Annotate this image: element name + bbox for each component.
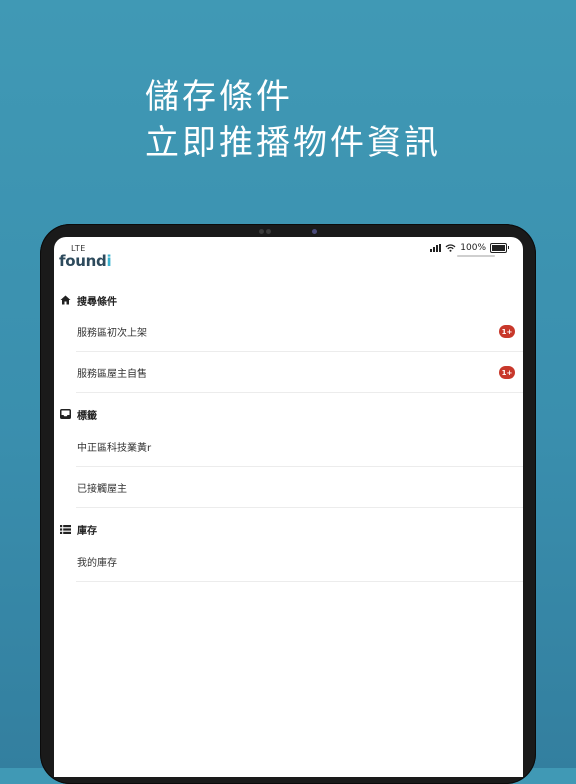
promo-headline: 儲存條件 立即推播物件資訊	[145, 74, 441, 166]
list-item-tag-0[interactable]: 中正區科技業黃r	[76, 427, 523, 467]
count-badge: 1+	[499, 366, 515, 379]
battery-percent: 100%	[460, 243, 486, 253]
logo-text: found	[59, 252, 107, 270]
headline-line-2: 立即推播物件資訊	[145, 123, 441, 163]
home-indicator	[457, 255, 495, 257]
app-logo: foundi	[59, 252, 112, 270]
section-title: 搜尋條件	[77, 296, 117, 308]
list-item-tag-1[interactable]: 已接觸屋主	[76, 468, 523, 508]
section-header-search: 搜尋條件	[60, 292, 117, 308]
section-title: 標籤	[77, 410, 97, 422]
count-badge: 1+	[499, 325, 515, 338]
home-icon	[60, 295, 71, 305]
sensor-dot	[259, 229, 264, 234]
list-item-label: 服務區屋主自售	[77, 369, 147, 380]
section-title: 庫存	[77, 525, 97, 537]
camera-icon	[312, 229, 317, 234]
signal-icon	[430, 244, 442, 252]
status-indicators: 100%	[430, 243, 509, 253]
logo-accent-text: i	[106, 252, 112, 270]
list-item-search-1[interactable]: 服務區屋主自售 1+	[76, 353, 523, 393]
app-screen: LTE 100% foundi 搜尋條件 服務區初次上架 1+ 服務區屋主自售 …	[54, 237, 523, 777]
list-icon	[60, 524, 71, 534]
list-item-label: 我的庫存	[77, 558, 117, 569]
list-item-label: 已接觸屋主	[77, 484, 127, 495]
list-item-label: 服務區初次上架	[77, 328, 147, 339]
section-header-inventory: 庫存	[60, 521, 97, 537]
list-item-label: 中正區科技業黃r	[77, 443, 152, 454]
section-header-tags: 標籤	[60, 406, 97, 422]
sensor-dot	[266, 229, 271, 234]
inbox-icon	[60, 409, 71, 419]
list-item-search-0[interactable]: 服務區初次上架 1+	[76, 312, 523, 352]
status-bar: LTE 100%	[54, 237, 523, 257]
list-item-inventory-0[interactable]: 我的庫存	[76, 542, 523, 582]
headline-line-1: 儲存條件	[145, 77, 293, 117]
battery-icon	[490, 243, 509, 253]
wifi-icon	[445, 244, 456, 252]
